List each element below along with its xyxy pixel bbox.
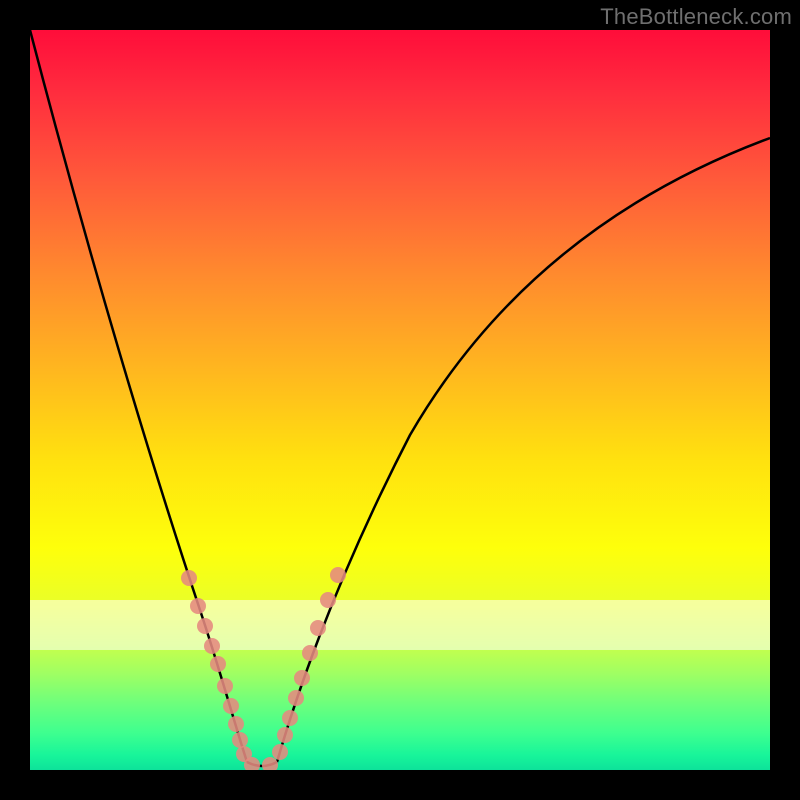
curve-svg [30, 30, 770, 770]
marker-dot [330, 567, 346, 583]
marker-dot [294, 670, 310, 686]
marker-dot [288, 690, 304, 706]
chart-frame: TheBottleneck.com [0, 0, 800, 800]
marker-dot [320, 592, 336, 608]
marker-dot [228, 716, 244, 732]
valley-floor [247, 762, 277, 766]
plot-area [30, 30, 770, 770]
marker-dot [181, 570, 197, 586]
marker-dot [210, 656, 226, 672]
marker-dot [272, 744, 288, 760]
marker-dot [262, 757, 278, 770]
marker-dot [232, 732, 248, 748]
marker-dot [244, 757, 260, 770]
curve-left [30, 30, 247, 762]
marker-dot [217, 678, 233, 694]
highlight-band [30, 600, 770, 650]
watermark-text: TheBottleneck.com [600, 4, 792, 30]
marker-dot [277, 727, 293, 743]
marker-dot [282, 710, 298, 726]
marker-dot [236, 746, 252, 762]
marker-group [181, 567, 346, 770]
marker-dot [310, 620, 326, 636]
marker-dot [197, 618, 213, 634]
marker-dot [204, 638, 220, 654]
marker-dot [190, 598, 206, 614]
curve-right [277, 138, 770, 762]
marker-dot [302, 645, 318, 661]
marker-dot [223, 698, 239, 714]
